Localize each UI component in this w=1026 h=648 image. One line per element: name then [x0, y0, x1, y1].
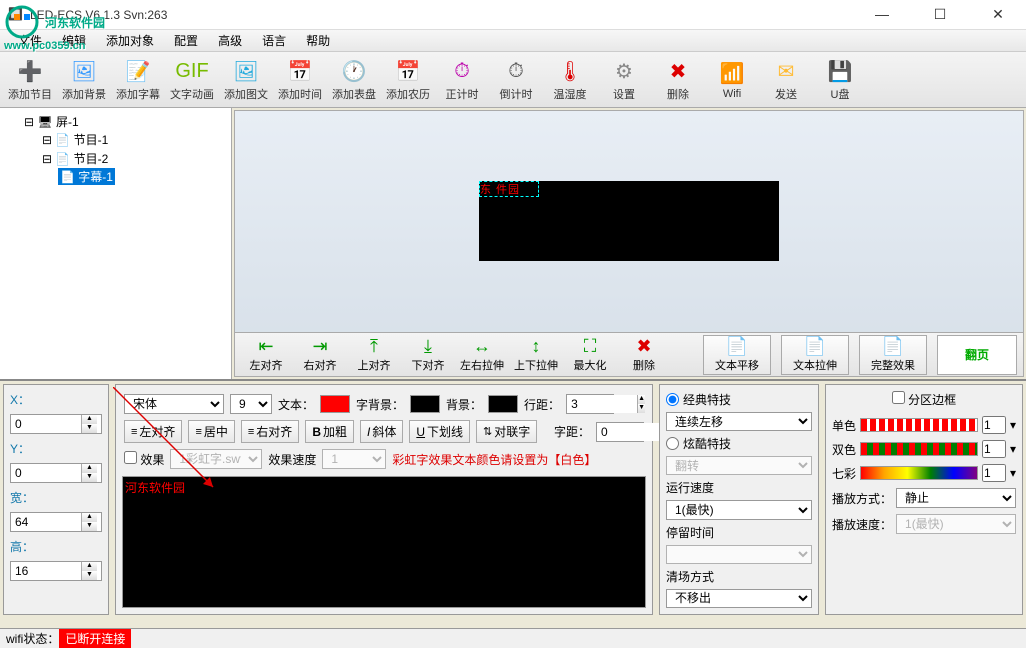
line-space[interactable] — [567, 395, 637, 413]
preview-canvas[interactable]: 东 件园 — [235, 111, 1023, 332]
h-label: 高： — [10, 538, 102, 555]
toolbar-Wifi[interactable]: 📶Wifi — [706, 54, 758, 106]
effect-panel: 经典特技 连续左移 炫酷特技 翻转 运行速度 1(最快) 停留时间 清场方式 不… — [659, 384, 819, 615]
border-play[interactable]: 静止 — [896, 488, 1016, 508]
toolbar-发送[interactable]: ✉发送 — [760, 54, 812, 106]
toolbar-文字动画[interactable]: GIF文字动画 — [166, 54, 218, 106]
border-panel: 分区边框 单色▾ 双色▾ 七彩▾ 播放方式：静止 播放速度：1(最快) — [825, 384, 1023, 615]
y-label: Y： — [10, 440, 102, 457]
h-input[interactable] — [11, 562, 81, 580]
minimize-button[interactable]: — — [862, 6, 902, 23]
toolbar-添加图文[interactable]: 🖼添加图文 — [220, 54, 272, 106]
font-select[interactable]: 宋体 — [124, 394, 224, 414]
position-panel: X： ▲▼ Y： ▲▼ 宽： ▲▼ 高： ▲▼ — [3, 384, 109, 615]
tree-字幕-1[interactable]: 📄 字幕-1 — [58, 168, 115, 185]
rainbow-bar[interactable] — [860, 466, 978, 480]
menu-添加对象[interactable]: 添加对象 — [96, 29, 164, 52]
close-button[interactable]: ✕ — [978, 6, 1018, 23]
menu-语言[interactable]: 语言 — [252, 29, 296, 52]
align-center-btn[interactable]: ≡ 居中 — [188, 420, 234, 443]
run-speed[interactable]: 1(最快) — [666, 500, 812, 519]
main-toolbar: ➕添加节目🖼添加背景📝添加字幕GIF文字动画🖼添加图文📅添加时间🕐添加表盘📅添加… — [0, 52, 1026, 108]
align-左右拉伸[interactable]: ↔左右拉伸 — [457, 335, 507, 375]
extra-文本拉伸[interactable]: 📄文本拉伸 — [781, 335, 849, 375]
align-delete[interactable]: ✖删除 — [619, 335, 669, 375]
size-select[interactable]: 9 — [230, 394, 272, 414]
text-color[interactable] — [320, 395, 350, 413]
w-input[interactable] — [11, 513, 81, 531]
align-左对齐[interactable]: ⇤左对齐 — [241, 335, 291, 375]
clear-mode[interactable]: 不移出 — [666, 589, 812, 608]
single-color-bar[interactable] — [860, 418, 978, 432]
align-left-btn[interactable]: ≡ 左对齐 — [124, 420, 182, 443]
tree-节目-1[interactable]: ⊟ 📄 节目-1 — [40, 131, 110, 148]
extra-完整效果[interactable]: 📄完整效果 — [859, 335, 927, 375]
align-右对齐[interactable]: ⇥右对齐 — [295, 335, 345, 375]
border-speed: 1(最快) — [896, 514, 1016, 534]
menu-高级[interactable]: 高级 — [208, 29, 252, 52]
menu-文件[interactable]: 文件 — [8, 29, 52, 52]
status-bar: wifi状态：已断开连接 — [0, 628, 1026, 648]
maximize-button[interactable]: ☐ — [920, 6, 960, 23]
align-下对齐[interactable]: ⤓下对齐 — [403, 335, 453, 375]
x-input[interactable] — [11, 415, 81, 433]
cool-radio[interactable]: 炫酷特技 — [666, 435, 812, 452]
text-panel: 宋体 9 文本： 字背景： 背景： 行距： ▲▼ ≡ 左对齐 ≡ 居中 ≡ 右对… — [115, 384, 653, 615]
text-preview[interactable]: 河东软件园 — [122, 476, 646, 608]
y-input[interactable] — [11, 464, 81, 482]
align-上对齐[interactable]: ⤒上对齐 — [349, 335, 399, 375]
led-display[interactable]: 东 件园 — [479, 181, 779, 261]
window-title: LED-ECS V6.1.3 Svn:263 — [30, 8, 862, 22]
classic-select[interactable]: 连续左移 — [666, 412, 812, 431]
fx-note: 彩虹字效果文本颜色请设置为【白色】 — [392, 451, 596, 468]
menu-编辑[interactable]: 编辑 — [52, 29, 96, 52]
subtitle-region[interactable]: 东 件园 — [479, 181, 539, 197]
toolbar-温湿度[interactable]: 🌡温湿度 — [544, 54, 596, 106]
menu-帮助[interactable]: 帮助 — [296, 29, 340, 52]
title-bar: 🔲 LED-ECS V6.1.3 Svn:263 — ☐ ✕ — [0, 0, 1026, 30]
italic-btn[interactable]: I 斜体 — [360, 420, 403, 443]
toolbar-U盘[interactable]: 💾U盘 — [814, 54, 866, 106]
border-check[interactable]: 分区边框 — [892, 393, 956, 407]
flip-button[interactable]: 翻页 — [937, 335, 1017, 375]
toolbar-倒计时[interactable]: ⏱倒计时 — [490, 54, 542, 106]
fx-speed: 1 — [322, 449, 386, 469]
bg-color[interactable] — [488, 395, 518, 413]
toolbar-正计时[interactable]: ⏱正计时 — [436, 54, 488, 106]
w-label: 宽： — [10, 489, 102, 506]
bold-btn[interactable]: B 加粗 — [305, 420, 354, 443]
toolbar-添加时间[interactable]: 📅添加时间 — [274, 54, 326, 106]
wifi-status: 已断开连接 — [59, 629, 131, 648]
menu-bar: 文件编辑添加对象配置高级语言帮助 — [0, 30, 1026, 52]
toolbar-添加农历[interactable]: 📅添加农历 — [382, 54, 434, 106]
cool-select: 翻转 — [666, 456, 812, 475]
x-label: X： — [10, 391, 102, 408]
tree-pane: ⊟ 🖥 屏-1⊟ 📄 节目-1 ⊟ 📄 节目-2📄 字幕-1 — [0, 108, 232, 379]
toolbar-删除[interactable]: ✖删除 — [652, 54, 704, 106]
fx-check[interactable]: 效果 — [124, 451, 164, 468]
dual-color-bar[interactable] — [860, 442, 978, 456]
toolbar-添加节目[interactable]: ➕添加节目 — [4, 54, 56, 106]
underline-btn[interactable]: U 下划线 — [409, 420, 470, 443]
menu-配置[interactable]: 配置 — [164, 29, 208, 52]
tree-节目-2[interactable]: ⊟ 📄 节目-2 — [40, 150, 110, 167]
toolbar-添加表盘[interactable]: 🕐添加表盘 — [328, 54, 380, 106]
align-最大化[interactable]: ⛶最大化 — [565, 335, 615, 375]
align-right-btn[interactable]: ≡ 右对齐 — [241, 420, 299, 443]
tree-root[interactable]: ⊟ 🖥 屏-1 — [22, 113, 81, 130]
pair-btn[interactable]: ⇅ 对联字 — [476, 420, 537, 443]
extra-文本平移[interactable]: 📄文本平移 — [703, 335, 771, 375]
toolbar-添加字幕[interactable]: 📝添加字幕 — [112, 54, 164, 106]
classic-radio[interactable]: 经典特技 — [666, 391, 812, 408]
align-上下拉伸[interactable]: ↕上下拉伸 — [511, 335, 561, 375]
toolbar-添加背景[interactable]: 🖼添加背景 — [58, 54, 110, 106]
toolbar-设置[interactable]: ⚙设置 — [598, 54, 650, 106]
align-toolbar: ⇤左对齐⇥右对齐⤒上对齐⤓下对齐↔左右拉伸↕上下拉伸⛶最大化✖删除 📄文本平移📄文… — [235, 332, 1023, 376]
char-bg-color[interactable] — [410, 395, 440, 413]
stay-time — [666, 545, 812, 564]
fx-file: 1彩虹字.swf — [170, 449, 262, 469]
char-space[interactable] — [597, 423, 667, 441]
